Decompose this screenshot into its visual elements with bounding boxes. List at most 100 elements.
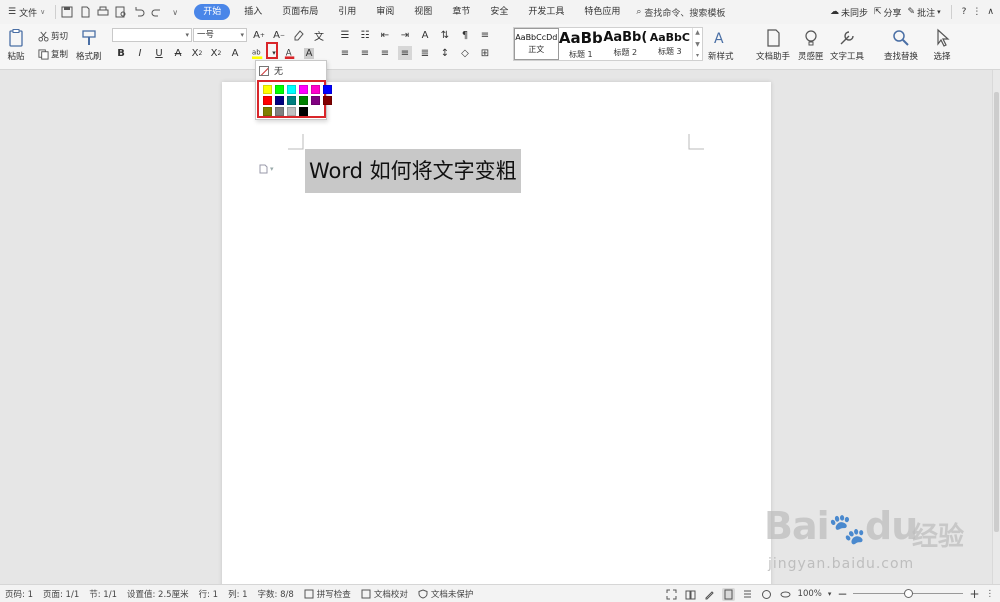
more-icon[interactable]: ⋮: [986, 589, 995, 599]
highlight-swatch-11[interactable]: [311, 96, 320, 105]
eye-protect-icon[interactable]: [779, 588, 792, 601]
border-icon[interactable]: ⊞: [478, 46, 492, 60]
save-icon[interactable]: [60, 5, 74, 19]
align-left-icon[interactable]: ≡: [338, 46, 352, 60]
zoom-out-icon[interactable]: −: [837, 587, 847, 601]
highlight-swatch-10[interactable]: [299, 96, 308, 105]
new-style-button[interactable]: A 新样式: [708, 28, 734, 62]
justify-icon[interactable]: ≡: [398, 46, 412, 60]
web-view-icon[interactable]: [760, 588, 773, 601]
sync-button[interactable]: ☁ 未同步: [830, 6, 868, 19]
command-search[interactable]: ⌕ 查找命令、搜索模板: [636, 6, 725, 19]
text-effect-icon[interactable]: A: [228, 46, 242, 60]
font-size-select[interactable]: 一号 ▾: [193, 28, 247, 42]
status-setting[interactable]: 设置值: 2.5厘米: [122, 588, 194, 600]
zoom-level[interactable]: 100%: [798, 589, 822, 599]
bullet-list-icon[interactable]: ☰: [338, 28, 352, 42]
style-normal[interactable]: AaBbCcDd 正文: [514, 28, 559, 60]
tab-security[interactable]: 安全: [480, 0, 518, 24]
print-preview-icon[interactable]: [114, 5, 128, 19]
align-right-icon[interactable]: ≡: [378, 46, 392, 60]
numbered-list-icon[interactable]: ☷: [358, 28, 372, 42]
align-center-icon[interactable]: ≡: [358, 46, 372, 60]
status-row[interactable]: 行: 1: [194, 588, 223, 600]
document-page[interactable]: ▾ Word 如何将文字变粗: [222, 82, 771, 592]
paragraph-handle[interactable]: ▾: [258, 164, 274, 174]
char-shading-icon[interactable]: A: [302, 46, 316, 60]
paste-button[interactable]: 粘贴: [6, 28, 26, 62]
highlight-none-option[interactable]: 无: [259, 64, 283, 77]
font-name-select[interactable]: ▾: [112, 28, 192, 42]
spell-check-button[interactable]: 拼写检查: [299, 588, 356, 600]
tab-home[interactable]: 开始: [194, 4, 231, 20]
status-section[interactable]: 节: 1/1: [84, 588, 122, 600]
highlight-swatch-1[interactable]: [263, 85, 272, 94]
bold-button[interactable]: B: [114, 46, 128, 60]
tab-special[interactable]: 特色应用: [574, 0, 630, 24]
highlight-swatch-14[interactable]: [275, 107, 284, 116]
help-button[interactable]: ?: [962, 7, 967, 17]
doc-protect-button[interactable]: 文档未保护: [413, 588, 479, 600]
shrink-font-icon[interactable]: A −: [272, 28, 286, 42]
tab-developer[interactable]: 开发工具: [518, 0, 574, 24]
highlight-swatch-13[interactable]: [263, 107, 272, 116]
doc-assistant-button[interactable]: 文档助手: [756, 28, 790, 62]
italic-button[interactable]: I: [133, 46, 147, 60]
highlight-swatch-15[interactable]: [287, 107, 296, 116]
tab-page-layout[interactable]: 页面布局: [272, 0, 328, 24]
font-color-icon[interactable]: A: [283, 46, 297, 60]
find-replace-button[interactable]: 查找替换: [884, 28, 918, 62]
file-menu[interactable]: ☰ 文件 ∨: [0, 0, 51, 24]
line-spacing-icon[interactable]: ↕: [438, 46, 452, 60]
tab-insert[interactable]: 插入: [234, 0, 272, 24]
strikethrough-icon[interactable]: A: [171, 46, 185, 60]
style-heading-3[interactable]: AaBbC 标题 3: [648, 28, 693, 60]
highlight-swatch-8[interactable]: [275, 96, 284, 105]
tab-view[interactable]: 视图: [404, 0, 442, 24]
print-icon[interactable]: [96, 5, 110, 19]
page-view-icon[interactable]: [721, 587, 735, 601]
reading-mode-icon[interactable]: [684, 588, 697, 601]
write-mode-icon[interactable]: [703, 588, 716, 601]
style-heading-2[interactable]: AaBb( 标题 2: [603, 28, 648, 60]
highlight-swatch-2[interactable]: [275, 85, 284, 94]
customize-qat-icon[interactable]: ∨: [168, 5, 182, 19]
select-button[interactable]: 选择: [932, 28, 952, 62]
chevron-down-icon[interactable]: ▾: [828, 590, 832, 598]
text-tools-button[interactable]: 文字工具: [830, 28, 864, 62]
undo-icon[interactable]: [132, 5, 146, 19]
chinese-layout-icon[interactable]: A: [418, 28, 432, 42]
copy-button[interactable]: 复制: [38, 46, 68, 62]
format-painter-button[interactable]: 格式刷: [76, 28, 102, 62]
highlight-swatch-16[interactable]: [299, 107, 308, 116]
zoom-slider[interactable]: [853, 589, 964, 599]
comment-button[interactable]: ✎ 批注 ▾: [908, 6, 941, 19]
highlight-color-icon[interactable]: ab: [251, 46, 265, 60]
status-pages[interactable]: 页面: 1/1: [38, 588, 84, 600]
tab-references[interactable]: 引用: [328, 0, 366, 24]
show-marks-icon[interactable]: ¶: [458, 28, 472, 42]
highlight-swatch-6[interactable]: [323, 85, 332, 94]
vertical-scrollbar[interactable]: [992, 70, 1000, 584]
shading-icon[interactable]: ◇: [458, 46, 472, 60]
scrollbar-thumb[interactable]: [994, 92, 999, 532]
styles-scroll[interactable]: ▲ ▼ ▾: [692, 28, 702, 60]
highlight-swatch-3[interactable]: [287, 85, 296, 94]
phonetic-guide-icon[interactable]: 文: [312, 28, 326, 43]
fullscreen-icon[interactable]: [665, 588, 678, 601]
status-col[interactable]: 列: 1: [223, 588, 252, 600]
increase-indent-icon[interactable]: ⇥: [398, 28, 412, 42]
export-pdf-icon[interactable]: [78, 5, 92, 19]
tab-review[interactable]: 审阅: [366, 0, 404, 24]
underline-button[interactable]: U: [152, 46, 166, 60]
highlight-swatch-5[interactable]: [311, 85, 320, 94]
decrease-indent-icon[interactable]: ⇤: [378, 28, 392, 42]
highlight-swatch-7[interactable]: [263, 96, 272, 105]
zoom-knob[interactable]: [903, 589, 913, 598]
outline-view-icon[interactable]: [741, 588, 754, 601]
selected-document-text[interactable]: Word 如何将文字变粗: [305, 149, 521, 193]
highlight-swatch-12[interactable]: [323, 96, 332, 105]
more-button[interactable]: ⋮: [972, 7, 981, 17]
collapse-ribbon-button[interactable]: ∧: [987, 7, 994, 17]
sort-icon[interactable]: ⇅: [438, 28, 452, 42]
